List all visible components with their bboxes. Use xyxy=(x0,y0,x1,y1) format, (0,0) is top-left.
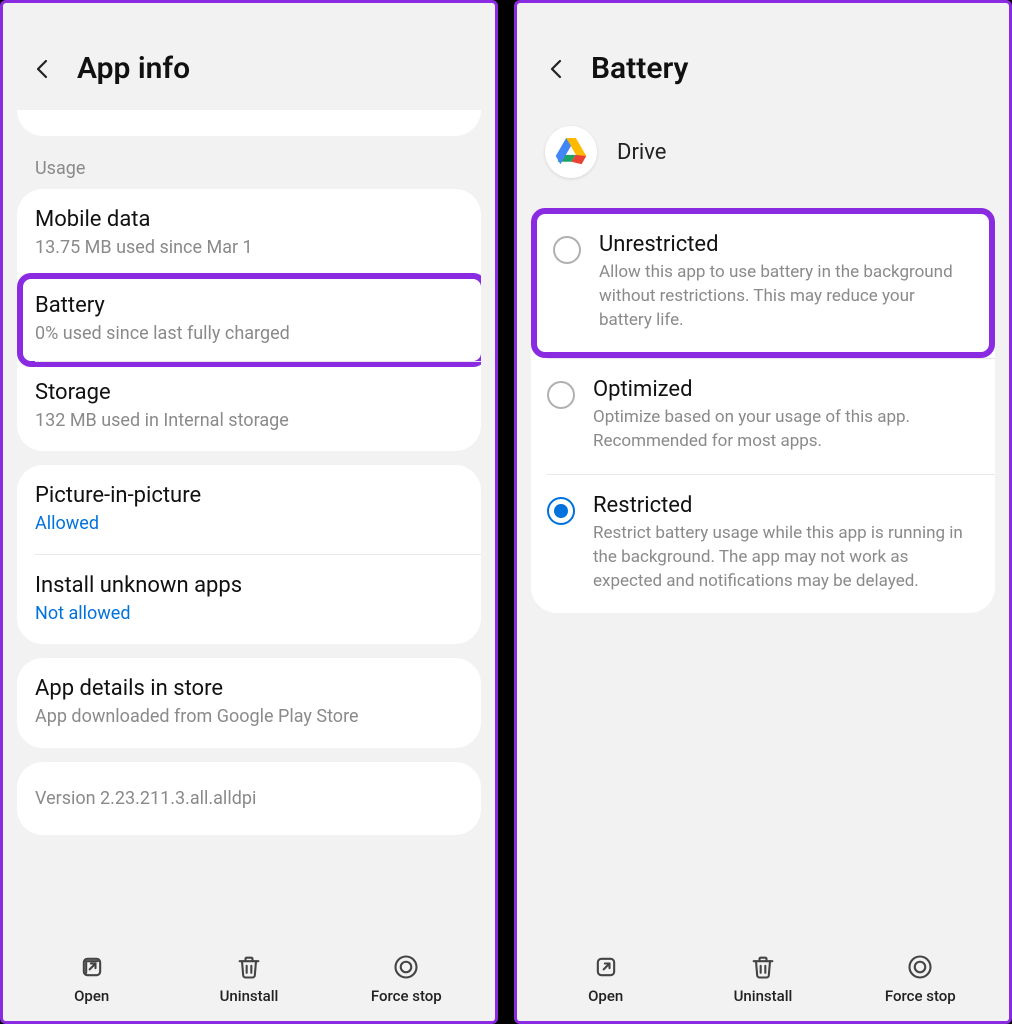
content-scroll[interactable]: Usage Mobile data 13.75 MB used since Ma… xyxy=(3,110,495,939)
radio-text: Unrestricted Allow this app to use batte… xyxy=(599,232,971,332)
row-sub: Not allowed xyxy=(35,602,463,626)
option-desc: Optimize based on your usage of this app… xyxy=(593,406,977,454)
radio-icon[interactable] xyxy=(553,236,581,264)
radio-text: Restricted Restrict battery usage while … xyxy=(593,493,977,593)
page-title: App info xyxy=(77,51,190,86)
row-title: Mobile data xyxy=(35,207,463,232)
stop-icon xyxy=(392,953,420,981)
row-title: Storage xyxy=(35,380,463,405)
row-battery-highlight[interactable]: Battery 0% used since last fully charged xyxy=(17,273,481,366)
app-icon-wrap xyxy=(545,126,597,178)
back-icon[interactable] xyxy=(545,57,569,81)
uninstall-label: Uninstall xyxy=(220,987,279,1005)
open-button[interactable]: Open xyxy=(37,953,147,1005)
option-desc: Allow this app to use battery in the bac… xyxy=(599,261,971,332)
force-stop-label: Force stop xyxy=(371,987,442,1005)
open-label: Open xyxy=(588,987,623,1005)
version-text: Version 2.23.211.3.all.alldpi xyxy=(35,788,256,809)
phone-app-info: App info Usage Mobile data 13.75 MB used… xyxy=(0,0,498,1024)
trash-icon xyxy=(749,953,777,981)
row-title: Battery xyxy=(35,293,463,318)
radio-icon[interactable] xyxy=(547,497,575,525)
store-card: App details in store App downloaded from… xyxy=(17,658,481,747)
row-sub: Allowed xyxy=(35,512,463,536)
force-stop-label: Force stop xyxy=(885,987,956,1005)
row-title: Picture-in-picture xyxy=(35,483,463,508)
header: Battery xyxy=(517,3,1009,110)
open-button[interactable]: Open xyxy=(551,953,661,1005)
card-cut xyxy=(17,110,481,136)
row-title: Install unknown apps xyxy=(35,573,463,598)
battery-options-card: Unrestricted Allow this app to use batte… xyxy=(531,208,995,613)
drive-icon xyxy=(555,138,587,166)
open-label: Open xyxy=(74,987,109,1005)
phone-battery: Battery Drive Unrestricted Allow this ap… xyxy=(514,0,1012,1024)
open-icon xyxy=(78,953,106,981)
row-pip[interactable]: Picture-in-picture Allowed xyxy=(17,465,481,554)
version-card: Version 2.23.211.3.all.alldpi xyxy=(17,762,481,835)
force-stop-button[interactable]: Force stop xyxy=(865,953,975,1005)
uninstall-button[interactable]: Uninstall xyxy=(194,953,304,1005)
row-sub: App downloaded from Google Play Store xyxy=(35,705,463,729)
uninstall-label: Uninstall xyxy=(734,987,793,1005)
header: App info xyxy=(3,3,495,110)
option-title: Restricted xyxy=(593,493,977,518)
prefs-card: Picture-in-picture Allowed Install unkno… xyxy=(17,465,481,645)
section-label-usage: Usage xyxy=(17,136,481,189)
row-sub: 13.75 MB used since Mar 1 xyxy=(35,236,463,260)
option-title: Optimized xyxy=(593,377,977,402)
bottom-bar: Open Uninstall Force stop xyxy=(3,939,495,1021)
option-desc: Restrict battery usage while this app is… xyxy=(593,522,977,593)
uninstall-button[interactable]: Uninstall xyxy=(708,953,818,1005)
back-icon[interactable] xyxy=(31,57,55,81)
force-stop-button[interactable]: Force stop xyxy=(351,953,461,1005)
page-title: Battery xyxy=(591,51,688,86)
row-mobile-data[interactable]: Mobile data 13.75 MB used since Mar 1 xyxy=(17,189,481,278)
row-sub: 132 MB used in Internal storage xyxy=(35,409,463,433)
radio-icon[interactable] xyxy=(547,381,575,409)
usage-card: Mobile data 13.75 MB used since Mar 1 Ba… xyxy=(17,189,481,451)
app-row: Drive xyxy=(517,110,1009,208)
bottom-bar: Open Uninstall Force stop xyxy=(517,939,1009,1021)
option-optimized[interactable]: Optimized Optimize based on your usage o… xyxy=(547,358,995,474)
row-app-details[interactable]: App details in store App downloaded from… xyxy=(17,658,481,747)
row-title: App details in store xyxy=(35,676,463,701)
row-sub: 0% used since last fully charged xyxy=(35,322,463,346)
option-title: Unrestricted xyxy=(599,232,971,257)
row-install-unknown[interactable]: Install unknown apps Not allowed xyxy=(35,554,481,644)
row-storage[interactable]: Storage 132 MB used in Internal storage xyxy=(35,361,481,451)
option-restricted[interactable]: Restricted Restrict battery usage while … xyxy=(547,474,995,613)
content-scroll[interactable]: Unrestricted Allow this app to use batte… xyxy=(517,208,1009,939)
stop-icon xyxy=(906,953,934,981)
radio-text: Optimized Optimize based on your usage o… xyxy=(593,377,977,454)
open-icon xyxy=(592,953,620,981)
app-name: Drive xyxy=(617,140,666,165)
trash-icon xyxy=(235,953,263,981)
option-unrestricted[interactable]: Unrestricted Allow this app to use batte… xyxy=(531,208,995,358)
